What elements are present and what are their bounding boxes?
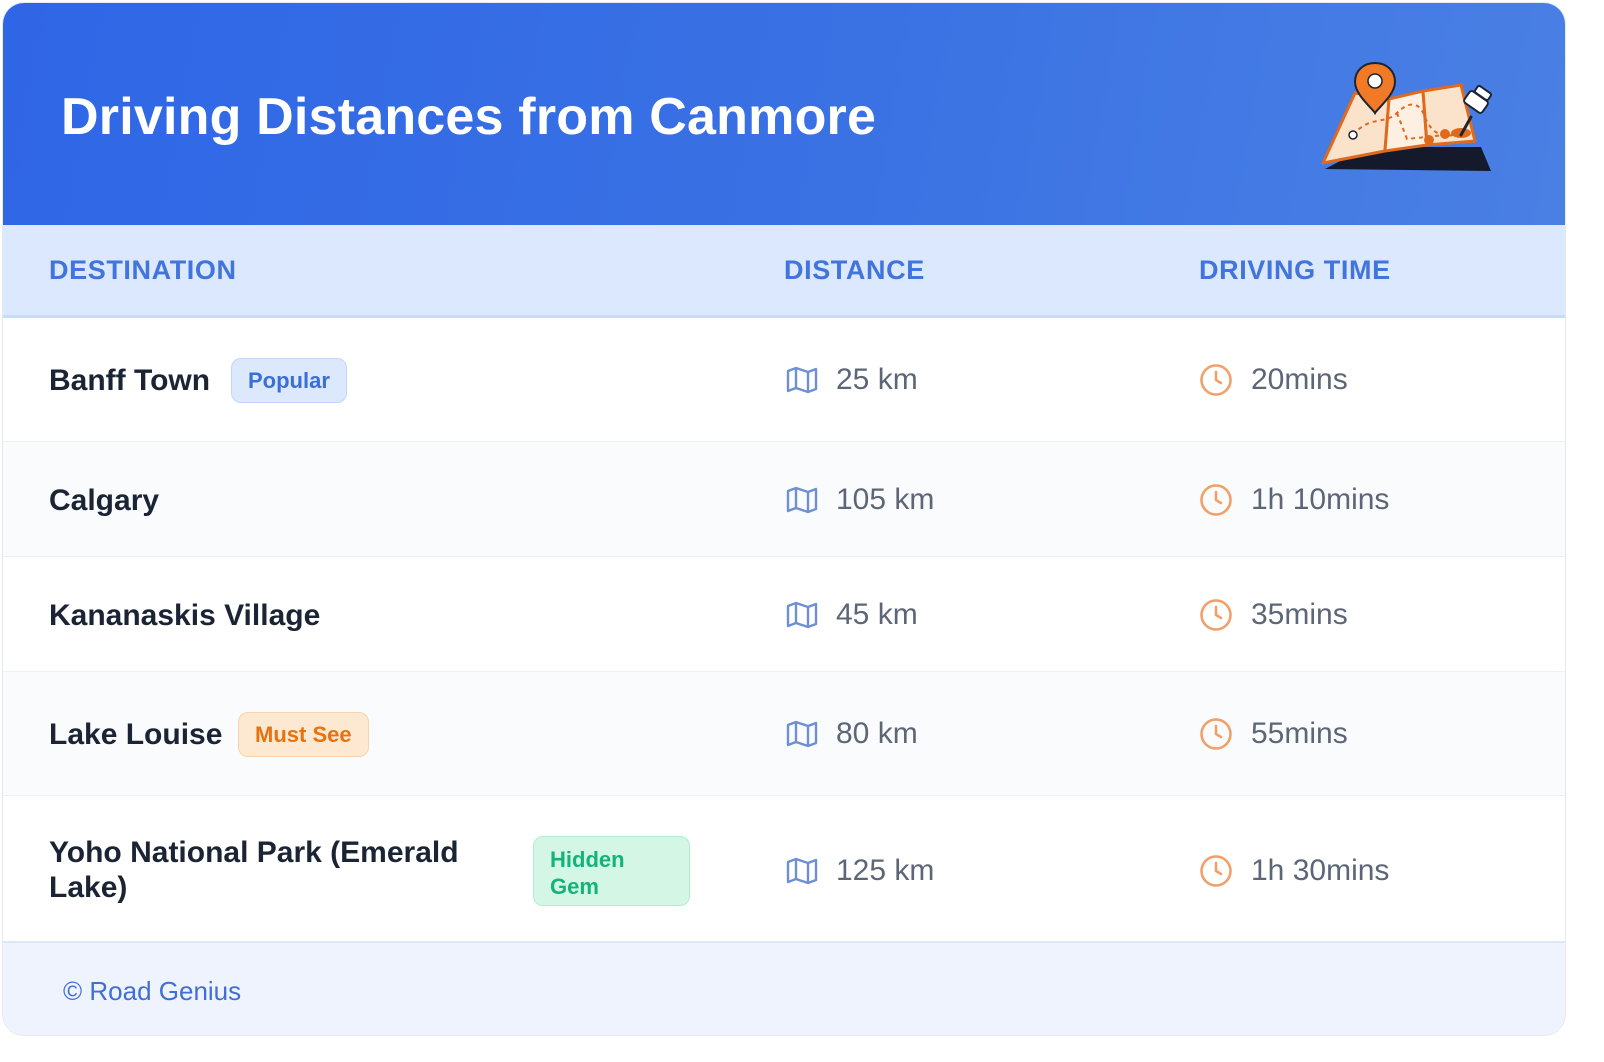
table-row: Kananaskis Village 45 km 35mins <box>3 557 1565 672</box>
column-header-destination: DESTINATION <box>49 255 237 285</box>
clock-icon <box>1200 364 1232 396</box>
map-icon <box>786 366 818 394</box>
destination-name: Lake Louise <box>49 718 223 751</box>
time-value: 35mins <box>1251 598 1348 631</box>
map-icon <box>786 486 818 514</box>
table-header: DESTINATION DISTANCE DRIVING TIME <box>3 225 1565 318</box>
distance-cell: 25 km <box>786 360 918 400</box>
time-value: 1h 30mins <box>1251 854 1390 887</box>
distance-value: 80 km <box>836 717 918 750</box>
distance-cell: 105 km <box>786 480 934 520</box>
clock-icon <box>1200 718 1232 750</box>
time-cell: 20mins <box>1199 360 1348 400</box>
column-header-driving-time: DRIVING TIME <box>1199 255 1391 285</box>
distance-value: 105 km <box>836 483 935 516</box>
time-cell: 1h 30mins <box>1199 851 1389 891</box>
destination-name: Yoho National Park (Emerald Lake) <box>49 836 459 904</box>
destination-name: Banff Town <box>49 364 211 397</box>
time-value: 55mins <box>1251 717 1348 750</box>
distance-cell: 45 km <box>786 595 918 635</box>
hidden-gem-badge: Hidden Gem <box>533 836 690 906</box>
table-row: Banff Town Popular 25 km 20mins <box>3 318 1565 442</box>
map-with-pins-icon <box>1321 61 1493 171</box>
table-row: Calgary 105 km 1h 10mins <box>3 442 1565 557</box>
destination-name: Calgary <box>49 484 160 517</box>
map-icon <box>786 601 818 629</box>
map-icon <box>786 857 818 885</box>
time-value: 20mins <box>1251 363 1348 396</box>
time-cell: 1h 10mins <box>1199 480 1389 520</box>
card-header: Driving Distances from Canmore <box>3 3 1565 225</box>
time-cell: 55mins <box>1199 714 1348 754</box>
time-value: 1h 10mins <box>1251 483 1390 516</box>
clock-icon <box>1200 599 1232 631</box>
popular-badge: Popular <box>231 358 347 403</box>
page-title: Driving Distances from Canmore <box>61 88 877 146</box>
distance-cell: 125 km <box>786 851 934 891</box>
distance-value: 125 km <box>836 854 935 887</box>
card-footer: © Road Genius <box>3 941 1565 1035</box>
table-row: Yoho National Park (Emerald Lake) Hidden… <box>3 796 1565 946</box>
clock-icon <box>1200 484 1232 516</box>
map-icon <box>786 720 818 748</box>
must-see-badge: Must See <box>238 712 369 757</box>
clock-icon <box>1200 855 1232 887</box>
column-header-distance: DISTANCE <box>784 255 925 285</box>
distance-value: 45 km <box>836 598 918 631</box>
distance-value: 25 km <box>836 363 918 396</box>
table-body: Banff Town Popular 25 km 20mins Calgary … <box>3 318 1565 946</box>
destination-name: Kananaskis Village <box>49 599 321 632</box>
distance-cell: 80 km <box>786 714 918 754</box>
distance-card: Driving Distances from Canmore DESTINATI… <box>2 2 1566 1036</box>
time-cell: 35mins <box>1199 595 1348 635</box>
copyright-text: © Road Genius <box>63 976 242 1006</box>
table-row: Lake Louise Must See 80 km 55mins <box>3 672 1565 796</box>
